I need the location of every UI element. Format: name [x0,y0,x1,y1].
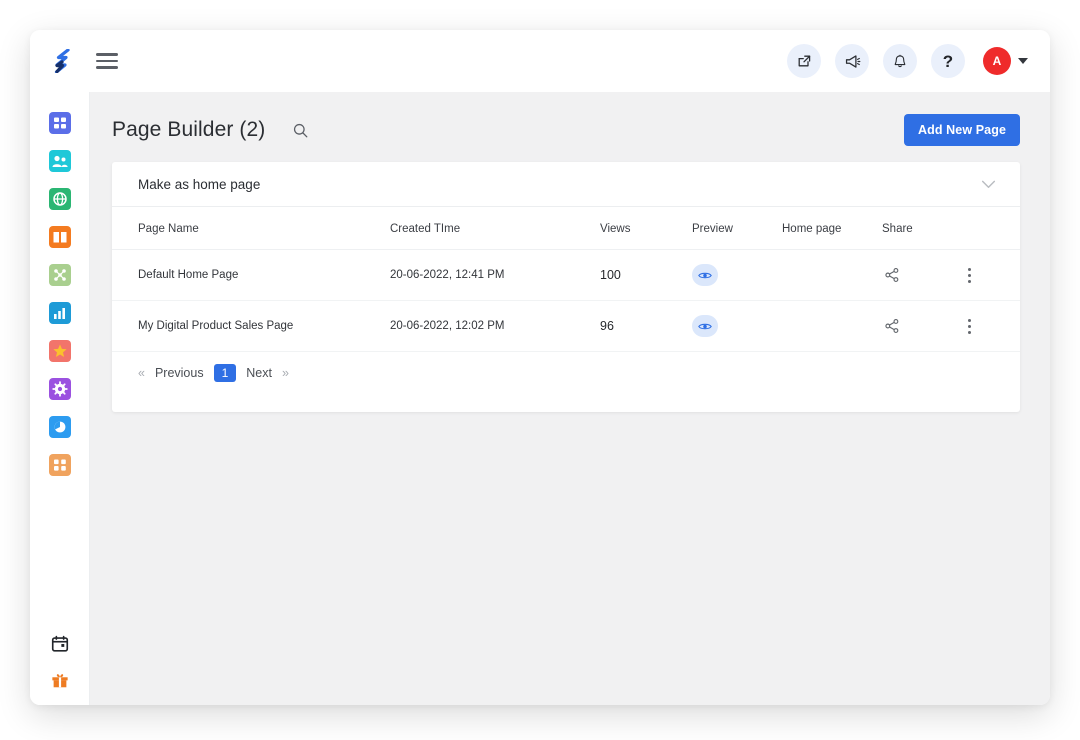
sidebar-item-automation[interactable] [48,264,71,286]
cell-share [882,249,960,301]
page-list-card: Make as home page Page Name Created TIme [112,162,1020,412]
brand-logo-icon[interactable] [46,44,80,78]
make-as-home-page-accordion[interactable]: Make as home page [112,162,1020,207]
bell-icon[interactable] [883,44,917,78]
avatar[interactable]: A [983,47,1011,75]
sidebar-item-apps[interactable] [48,454,71,476]
main-content: Page Builder (2) Add New Page Make as ho… [90,92,1050,705]
accordion-label: Make as home page [138,176,261,192]
table-header-row: Page Name Created TIme Views Preview Hom… [112,207,1020,250]
sidebar-item-analytics[interactable] [48,302,71,324]
pagination-last[interactable]: » [282,366,289,380]
pagination: « Previous 1 Next » [112,352,1020,382]
cell-views: 100 [600,249,692,301]
table-head: Page Name Created TIme Views Preview Hom… [112,207,1020,250]
pagination-page-1[interactable]: 1 [213,364,237,382]
sidebar-bottom [49,633,71,691]
sidebar-item-gift[interactable] [49,669,71,691]
kebab-menu-icon[interactable] [960,316,978,336]
cell-created-time: 20-06-2022, 12:41 PM [390,249,600,301]
cell-page-name: My Digital Product Sales Page [112,300,390,352]
help-icon[interactable]: ? [931,44,965,78]
kebab-menu-icon[interactable] [960,265,978,285]
add-new-page-button[interactable]: Add New Page [903,114,1020,146]
cell-views: 96 [600,300,692,352]
sidebar-item-dashboard[interactable] [48,112,71,134]
pagination-previous[interactable]: Previous [155,366,204,380]
column-header-views: Views [600,207,692,250]
sidebar-item-calendar[interactable] [49,633,71,655]
chevron-down-icon[interactable] [981,180,996,189]
table-body: Default Home Page 20-06-2022, 12:41 PM 1… [112,249,1020,352]
top-actions: ? A [787,44,1028,78]
hamburger-menu-icon[interactable] [96,48,122,74]
search-icon[interactable] [287,117,313,143]
pages-table: Page Name Created TIme Views Preview Hom… [112,207,1020,352]
caret-down-icon[interactable] [1018,58,1028,64]
cell-actions [960,300,1020,352]
sidebar-item-courses[interactable] [48,226,71,248]
cell-share [882,300,960,352]
body-split: Page Builder (2) Add New Page Make as ho… [30,92,1050,705]
column-header-preview: Preview [692,207,782,250]
column-header-page-name: Page Name [112,207,390,250]
megaphone-icon[interactable] [835,44,869,78]
column-header-home-page: Home page [782,207,882,250]
table-row[interactable]: Default Home Page 20-06-2022, 12:41 PM 1… [112,249,1020,301]
sidebar-item-website[interactable] [48,188,71,210]
cell-page-name: Default Home Page [112,249,390,301]
sidebar-item-favorites[interactable] [48,340,71,362]
views-value: 96 [600,319,614,333]
page-title: Page Builder (2) [112,118,266,141]
cell-actions [960,249,1020,301]
eye-icon[interactable] [692,315,718,337]
column-header-share: Share [882,207,960,250]
share-icon[interactable] [882,265,902,285]
sidebar-item-settings[interactable] [48,378,71,400]
cell-preview [692,249,782,301]
avatar-menu[interactable]: A [983,47,1028,75]
column-header-created-time: Created TIme [390,207,600,250]
sidebar [30,92,90,705]
pagination-next[interactable]: Next [246,366,272,380]
app-window: ? A Page Builder (2) Add New Page Make a… [30,30,1050,705]
help-icon-label: ? [942,51,954,71]
external-link-icon[interactable] [787,44,821,78]
cell-preview [692,300,782,352]
page-header: Page Builder (2) Add New Page [90,92,1050,162]
pagination-first[interactable]: « [138,366,145,380]
eye-icon[interactable] [692,264,718,286]
top-bar: ? A [30,30,1050,92]
column-header-actions [960,207,1020,250]
share-icon[interactable] [882,316,902,336]
views-value: 100 [600,268,621,282]
sidebar-item-reports[interactable] [48,416,71,438]
table-row[interactable]: My Digital Product Sales Page 20-06-2022… [112,300,1020,352]
cell-created-time: 20-06-2022, 12:02 PM [390,300,600,352]
cell-home-page [782,300,882,352]
cell-home-page [782,249,882,301]
sidebar-item-contacts[interactable] [48,150,71,172]
